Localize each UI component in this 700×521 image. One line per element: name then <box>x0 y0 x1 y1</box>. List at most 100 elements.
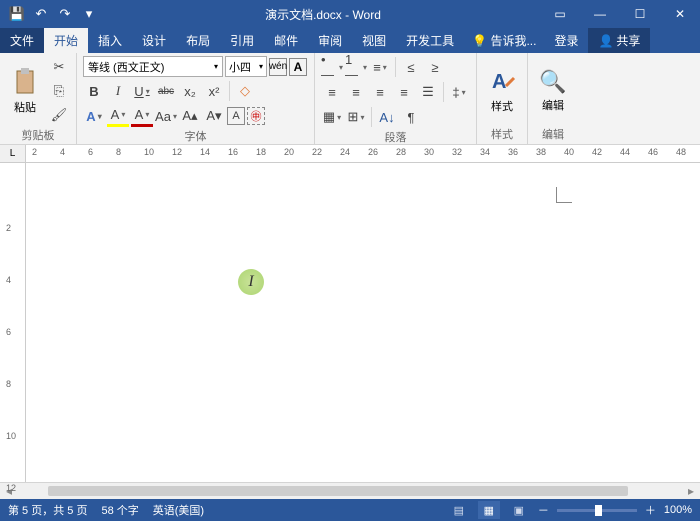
ruler-tick: 14 <box>200 147 210 157</box>
share-button[interactable]: 👤共享 <box>588 28 650 53</box>
tab-file[interactable]: 文件 <box>0 28 44 53</box>
zoom-slider[interactable] <box>557 509 637 512</box>
document-scroll[interactable]: I <box>26 163 700 482</box>
zoom-in-button[interactable]: ＋ <box>645 502 656 518</box>
align-left-button[interactable]: ≡ <box>321 81 343 103</box>
tell-me[interactable]: 💡 告诉我... <box>464 28 544 53</box>
align-justify-button[interactable]: ≡ <box>393 81 415 103</box>
bold-button[interactable]: B <box>83 80 105 102</box>
underline-button[interactable]: U <box>131 80 153 102</box>
ruler-horizontal[interactable]: L 24681012141618202224262830323436384042… <box>0 145 700 163</box>
editing-btn-label: 编辑 <box>542 97 564 113</box>
redo-button[interactable]: ↷ <box>54 3 76 25</box>
font-name-combo[interactable]: 等线 (西文正文)▾ <box>83 56 223 77</box>
ruler-tick: 8 <box>116 147 121 157</box>
copy-button[interactable]: ⎘ <box>48 80 70 102</box>
enclose-char-button[interactable]: ㊥ <box>247 107 265 125</box>
line-spacing-button[interactable]: ‡ <box>448 81 470 103</box>
grow-font-button[interactable]: A▴ <box>179 105 201 127</box>
tab-view[interactable]: 视图 <box>352 28 396 53</box>
zoom-level[interactable]: 100% <box>664 504 692 516</box>
strike-button[interactable]: abc <box>155 80 177 102</box>
italic-button[interactable]: I <box>107 80 129 102</box>
multilevel-button[interactable]: ≡ <box>369 56 391 78</box>
change-case-button[interactable]: Aa <box>155 105 177 127</box>
clear-format-button[interactable]: ◇ <box>234 80 256 102</box>
shrink-font-button[interactable]: A▾ <box>203 105 225 127</box>
tab-references[interactable]: 引用 <box>220 28 264 53</box>
scrollbar-horizontal[interactable]: ◂ ▸ <box>0 482 700 499</box>
borders-button[interactable]: ⊞ <box>345 106 367 128</box>
ribbon-display-button[interactable]: ▭ <box>540 0 580 28</box>
group-styles-label: 样式 <box>483 125 521 142</box>
maximize-button[interactable]: ☐ <box>620 0 660 28</box>
ruler-tick: 48 <box>676 147 686 157</box>
zoom-out-button[interactable]: － <box>538 502 549 518</box>
save-button[interactable]: 💾 <box>6 3 28 25</box>
subscript-button[interactable]: x₂ <box>179 80 201 102</box>
format-painter-button[interactable]: 🖌 <box>48 104 70 126</box>
quick-access-toolbar: 💾 ↶ ↷ ▾ <box>0 3 106 25</box>
tab-design[interactable]: 设计 <box>132 28 176 53</box>
group-paragraph: •— 1— ≡ ≤ ≥ ≡ ≡ ≡ ≡ ☰ ‡ ▦ ⊞ A↓ ¶ <box>315 53 477 144</box>
tab-review[interactable]: 审阅 <box>308 28 352 53</box>
font-color-button[interactable]: A <box>131 105 153 127</box>
qat-more-button[interactable]: ▾ <box>78 3 100 25</box>
cursor-highlight: I <box>238 269 264 295</box>
char-shading-button[interactable]: A <box>227 107 245 125</box>
paste-button[interactable]: 粘贴 <box>6 56 44 126</box>
status-page[interactable]: 第 5 页，共 5 页 <box>8 502 87 518</box>
tab-insert[interactable]: 插入 <box>88 28 132 53</box>
view-read-button[interactable]: ▤ <box>448 501 470 519</box>
tab-selector[interactable]: L <box>0 145 26 162</box>
distributed-button[interactable]: ☰ <box>417 81 439 103</box>
align-center-button[interactable]: ≡ <box>345 81 367 103</box>
sort-button[interactable]: A↓ <box>376 106 398 128</box>
increase-indent-button[interactable]: ≥ <box>424 56 446 78</box>
char-border-button[interactable]: A <box>289 58 307 76</box>
ruler-tick: 2 <box>32 147 37 157</box>
numbering-button[interactable]: 1— <box>345 56 367 78</box>
document-area: 24681012 I <box>0 163 700 482</box>
share-label: 共享 <box>616 32 640 49</box>
tab-layout[interactable]: 布局 <box>176 28 220 53</box>
show-marks-button[interactable]: ¶ <box>400 106 422 128</box>
align-right-button[interactable]: ≡ <box>369 81 391 103</box>
ruler-tick: 10 <box>144 147 154 157</box>
window-buttons: ▭ — ☐ ✕ <box>540 0 700 28</box>
document-page[interactable]: I <box>46 163 680 482</box>
phonetic-guide-button[interactable]: wén <box>269 58 287 76</box>
ruler-tick: 36 <box>508 147 518 157</box>
view-print-button[interactable]: ▦ <box>478 501 500 519</box>
shading-button[interactable]: ▦ <box>321 106 343 128</box>
signin-button[interactable]: 登录 <box>544 28 588 53</box>
font-size-combo[interactable]: 小四▾ <box>225 56 267 77</box>
scroll-thumb[interactable] <box>48 486 628 496</box>
ruler-vertical[interactable]: 24681012 <box>0 163 26 482</box>
group-editing-label: 编辑 <box>534 125 572 142</box>
view-web-button[interactable]: ▣ <box>508 501 530 519</box>
ruler-tick: 6 <box>6 327 11 337</box>
bullets-button[interactable]: •— <box>321 56 343 78</box>
text-effects-button[interactable]: A <box>83 105 105 127</box>
ruler-tick: 30 <box>424 147 434 157</box>
highlight-button[interactable]: A <box>107 105 129 127</box>
status-language[interactable]: 英语(美国) <box>153 502 204 518</box>
ruler-tick: 8 <box>6 379 11 389</box>
tab-mail[interactable]: 邮件 <box>264 28 308 53</box>
cut-button[interactable]: ✂ <box>48 56 70 78</box>
tab-home[interactable]: 开始 <box>44 28 88 53</box>
ruler-tick: 38 <box>536 147 546 157</box>
minimize-button[interactable]: — <box>580 0 620 28</box>
superscript-button[interactable]: x² <box>203 80 225 102</box>
find-button[interactable]: 🔍 编辑 <box>534 56 572 125</box>
group-font: 等线 (西文正文)▾ 小四▾ wén A B I U abc x₂ x² ◇ A… <box>77 53 315 144</box>
close-button[interactable]: ✕ <box>660 0 700 28</box>
status-word-count[interactable]: 58 个字 <box>101 502 138 518</box>
ruler-tick: 44 <box>620 147 630 157</box>
tab-developer[interactable]: 开发工具 <box>396 28 464 53</box>
undo-button[interactable]: ↶ <box>30 3 52 25</box>
styles-button[interactable]: A 样式 <box>483 56 521 125</box>
decrease-indent-button[interactable]: ≤ <box>400 56 422 78</box>
zoom-thumb[interactable] <box>595 505 602 516</box>
